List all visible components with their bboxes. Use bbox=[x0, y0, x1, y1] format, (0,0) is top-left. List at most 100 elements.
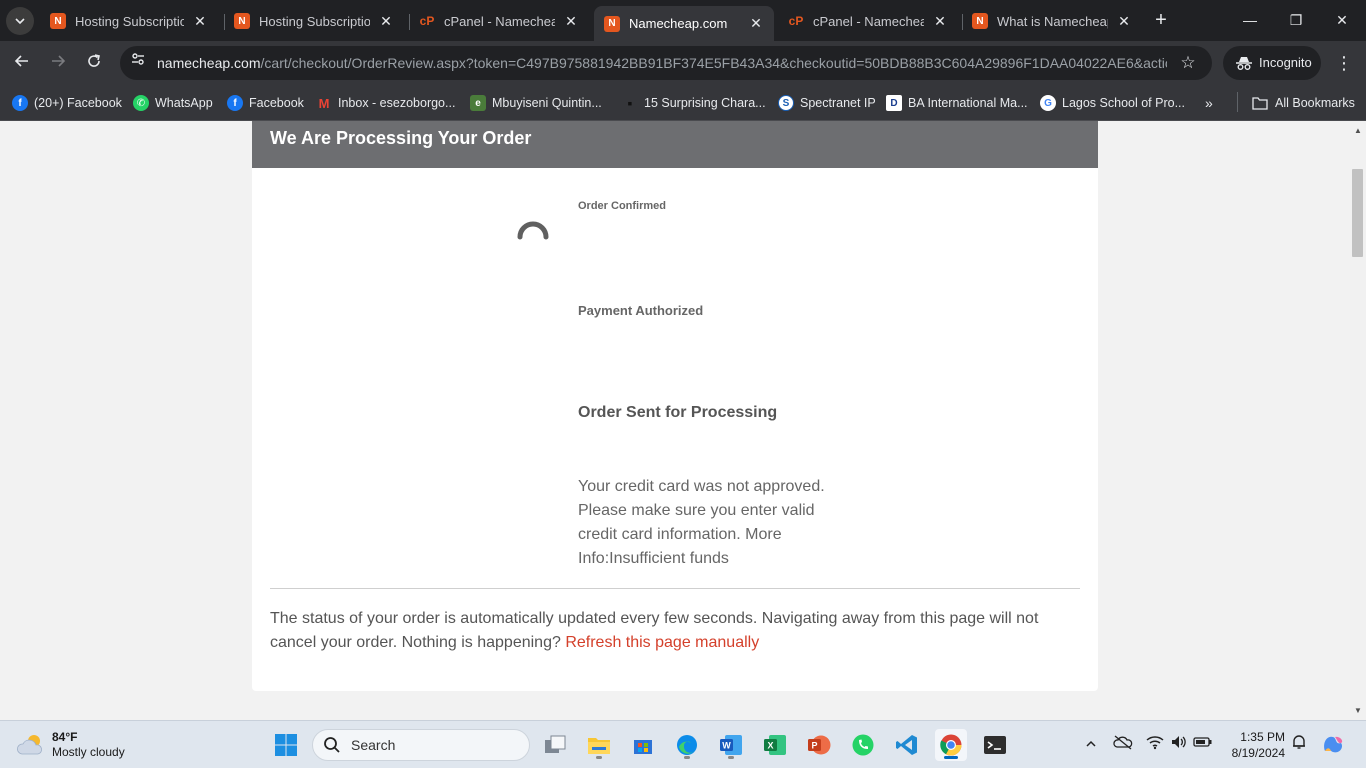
address-bar[interactable]: namecheap.com/cart/checkout/OrderReview.… bbox=[120, 46, 1212, 80]
page-viewport: We Are Processing Your Order Order Confi… bbox=[0, 121, 1350, 720]
windows-start-icon[interactable] bbox=[274, 733, 298, 757]
namecheap-icon: N bbox=[972, 13, 988, 29]
chevron-up-icon bbox=[1086, 740, 1096, 747]
tab-title: Hosting Subscriptions bbox=[259, 13, 370, 29]
bookmark-item[interactable]: D BA International Ma... bbox=[886, 91, 1028, 115]
battery-icon[interactable] bbox=[1192, 733, 1214, 757]
browser-toolbar: namecheap.com/cart/checkout/OrderReview.… bbox=[0, 41, 1366, 85]
file-explorer-button[interactable] bbox=[583, 729, 615, 761]
windows-taskbar: 84°F Mostly cloudy Search W X P 1:35 PM … bbox=[0, 720, 1366, 768]
close-icon[interactable]: ✕ bbox=[563, 13, 579, 30]
tab-4[interactable]: cP cPanel - Namecheap ✕ bbox=[778, 7, 958, 35]
bookmark-label: (20+) Facebook bbox=[34, 96, 122, 110]
bookmark-item[interactable]: f Facebook bbox=[227, 91, 304, 115]
copilot-icon[interactable] bbox=[1320, 733, 1346, 757]
bookmark-item[interactable]: f (20+) Facebook bbox=[12, 91, 122, 115]
bookmark-star-icon[interactable]: ☆ bbox=[1176, 51, 1200, 75]
weather-widget[interactable]: 84°F Mostly cloudy bbox=[16, 727, 125, 763]
show-hidden-icons[interactable] bbox=[1082, 733, 1100, 757]
tab-2[interactable]: cP cPanel - Namecheap ✕ bbox=[409, 7, 589, 35]
namecheap-icon: N bbox=[604, 15, 620, 32]
url-host: namecheap.com bbox=[157, 55, 261, 71]
tab-strip: N Hosting Subscriptions ✕ N Hosting Subs… bbox=[0, 0, 1366, 41]
close-icon[interactable]: ✕ bbox=[932, 13, 948, 30]
tab-3[interactable]: N Namecheap.com ✕ bbox=[594, 6, 774, 41]
payment-error-message: Your credit card was not approved. Pleas… bbox=[578, 478, 825, 567]
word-icon: W bbox=[720, 735, 742, 755]
store-button[interactable] bbox=[627, 729, 659, 761]
volume-icon[interactable] bbox=[1168, 733, 1190, 757]
back-button[interactable] bbox=[8, 49, 36, 77]
bookmark-item[interactable]: e Mbuyiseni Quintin... bbox=[470, 91, 602, 115]
notification-bell-icon[interactable] bbox=[1290, 733, 1308, 757]
close-icon[interactable]: ✕ bbox=[748, 15, 764, 32]
tab-1[interactable]: N Hosting Subscriptions ✕ bbox=[224, 7, 404, 35]
task-view-button[interactable] bbox=[539, 729, 571, 761]
chrome-icon bbox=[940, 734, 962, 756]
page-scrollbar[interactable]: ▲ ▼ bbox=[1350, 121, 1366, 720]
store-icon bbox=[634, 740, 652, 754]
bookmark-label: Spectranet IP bbox=[800, 96, 876, 110]
taskbar-search[interactable]: Search bbox=[312, 729, 530, 761]
step-payment-authorized: Payment Authorized bbox=[578, 303, 704, 318]
facebook-icon: f bbox=[227, 95, 243, 111]
bookmark-label: Facebook bbox=[249, 96, 304, 110]
restore-button[interactable]: ❐ bbox=[1283, 8, 1309, 32]
refresh-page-link[interactable]: Refresh this page manually bbox=[565, 634, 759, 651]
minimize-button[interactable]: — bbox=[1237, 8, 1263, 32]
all-bookmarks-button[interactable]: All Bookmarks bbox=[1252, 91, 1355, 115]
site-info-icon[interactable] bbox=[126, 51, 150, 75]
more-menu-icon[interactable]: ⋮ bbox=[1331, 49, 1357, 77]
bookmark-label: WhatsApp bbox=[155, 96, 213, 110]
excel-icon: X bbox=[764, 735, 786, 755]
word-button[interactable]: W bbox=[715, 729, 747, 761]
google-icon: G bbox=[1040, 95, 1056, 111]
wifi-icon[interactable] bbox=[1144, 733, 1166, 757]
incognito-indicator[interactable]: Incognito bbox=[1223, 46, 1321, 80]
gmail-icon: M bbox=[318, 95, 330, 111]
arrow-right-icon bbox=[52, 55, 66, 67]
bookmark-item[interactable]: G Lagos School of Pro... bbox=[1040, 91, 1185, 115]
reload-button[interactable] bbox=[80, 49, 108, 77]
order-status-card: Order Confirmed Payment Authorized Order… bbox=[252, 168, 1098, 691]
task-view-icon bbox=[545, 735, 566, 753]
scroll-up-icon[interactable]: ▲ bbox=[1350, 123, 1366, 139]
close-icon[interactable]: ✕ bbox=[192, 13, 208, 30]
clock-date: 8/19/2024 bbox=[1231, 746, 1285, 760]
new-tab-button[interactable]: + bbox=[1150, 9, 1172, 31]
step-order-confirmed: Order Confirmed bbox=[578, 200, 667, 212]
more-bookmarks-icon[interactable]: » bbox=[1205, 91, 1213, 115]
bookmark-item[interactable]: ✆ WhatsApp bbox=[133, 91, 213, 115]
excel-button[interactable]: X bbox=[759, 729, 791, 761]
running-indicator bbox=[596, 756, 602, 759]
bookmark-label: Inbox - esezoborgo... bbox=[338, 96, 456, 110]
divider bbox=[270, 588, 1080, 589]
close-icon[interactable]: ✕ bbox=[1116, 13, 1132, 30]
cloudy-weather-icon bbox=[17, 735, 43, 755]
powerpoint-button[interactable]: P bbox=[803, 729, 835, 761]
tab-5[interactable]: N What is Namecheap S ✕ bbox=[962, 7, 1142, 35]
terminal-button[interactable] bbox=[979, 729, 1011, 761]
tab-0[interactable]: N Hosting Subscriptions ✕ bbox=[40, 7, 218, 35]
bookmark-item[interactable]: ▪ 15 Surprising Chara... bbox=[622, 91, 766, 115]
site-icon: e bbox=[470, 95, 486, 111]
bookmark-item[interactable]: M Inbox - esezoborgo... bbox=[316, 91, 456, 115]
system-clock[interactable]: 1:35 PM 8/19/2024 bbox=[1225, 729, 1285, 761]
powerpoint-icon: P bbox=[808, 735, 831, 755]
vscode-button[interactable] bbox=[891, 729, 923, 761]
scrollbar-thumb[interactable] bbox=[1352, 169, 1363, 257]
tab-search-button[interactable] bbox=[6, 7, 34, 35]
onedrive-icon[interactable] bbox=[1112, 733, 1134, 757]
edge-button[interactable] bbox=[671, 729, 703, 761]
forward-button[interactable] bbox=[44, 49, 72, 77]
bookmarks-bar: f (20+) Facebook ✆ WhatsApp f Facebook M… bbox=[0, 85, 1366, 121]
whatsapp-button[interactable] bbox=[847, 729, 879, 761]
close-window-button[interactable]: ✕ bbox=[1329, 8, 1355, 32]
bookmark-item[interactable]: S Spectranet IP bbox=[778, 91, 876, 115]
url-text[interactable]: namecheap.com/cart/checkout/OrderReview.… bbox=[157, 46, 1167, 80]
tab-title: cPanel - Namecheap bbox=[444, 13, 555, 29]
scroll-down-icon[interactable]: ▼ bbox=[1350, 703, 1366, 719]
chrome-button[interactable] bbox=[935, 729, 967, 761]
running-indicator bbox=[728, 756, 734, 759]
close-icon[interactable]: ✕ bbox=[378, 13, 394, 30]
